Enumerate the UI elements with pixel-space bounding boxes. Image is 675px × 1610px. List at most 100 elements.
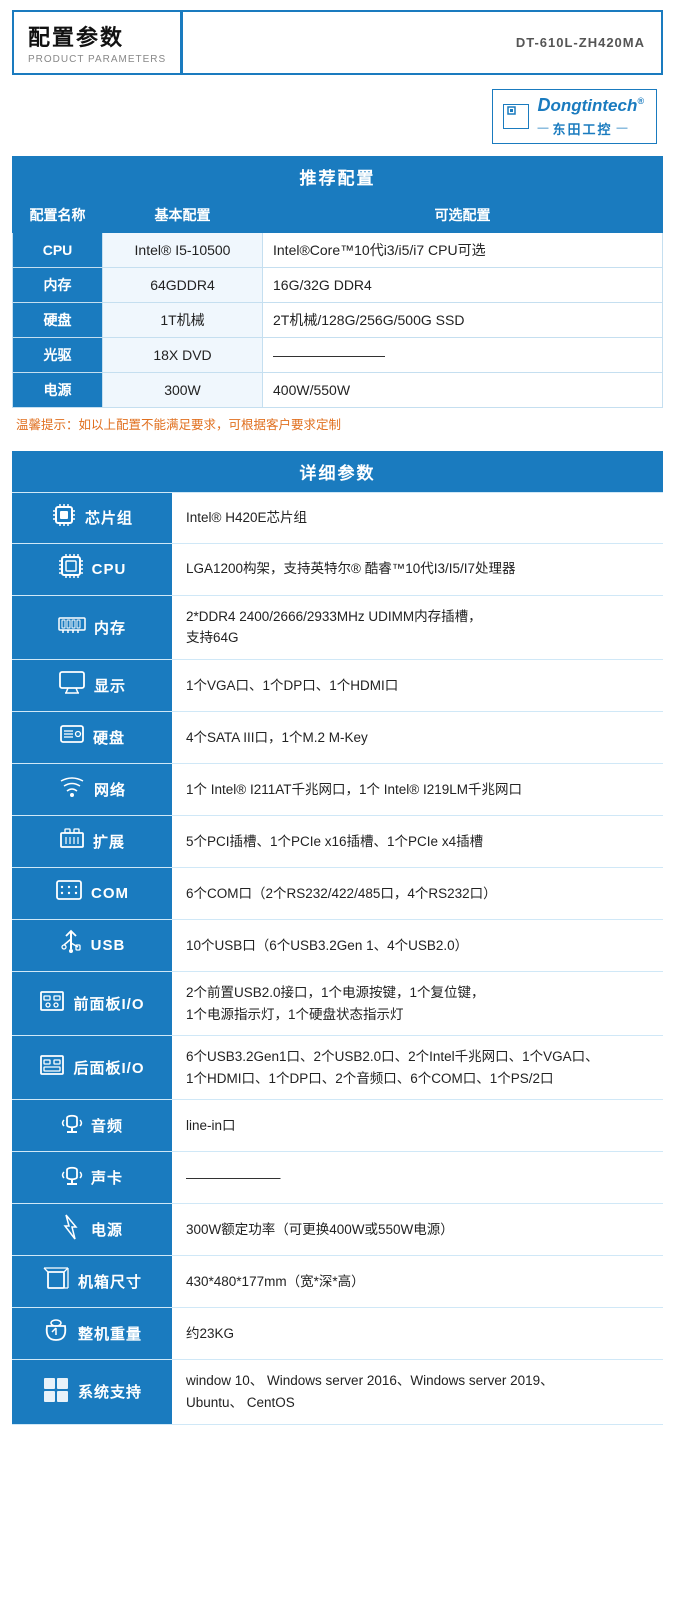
detail-row: 电源 300W额定功率（可更换400W或550W电源） [12,1204,663,1256]
rec-table-row: 硬盘 1T机械 2T机械/128G/256G/500G SSD [13,303,663,338]
detail-label-text: 扩展 [93,831,125,852]
detail-icon-整机重量 [42,1318,70,1350]
rec-row-name: 内存 [13,268,103,303]
detail-icon-内存 [58,614,86,640]
header-left: 配置参数 PRODUCT PARAMETERS [14,12,180,73]
detail-value: 2*DDR4 2400/2666/2933MHz UDIMM内存插槽，支持64G [172,596,663,659]
detail-row: 音频 line-in口 [12,1100,663,1152]
detail-value: ——————— [172,1152,663,1203]
detail-label-text: 后面板I/O [73,1057,144,1078]
detail-icon-前面板I/O [39,988,65,1020]
detail-label-text: 网络 [94,779,126,800]
detail-label-cell-芯片组: 芯片组 [12,493,172,543]
detail-icon-CPU [58,553,84,585]
detail-label-text: 系统支持 [78,1381,142,1402]
detail-icon-显示 [58,670,86,700]
rec-row-basic: Intel® I5-10500 [103,233,263,268]
detail-value: 430*480*177mm（宽*深*高） [172,1256,663,1307]
detail-row: 系统支持 window 10、 Windows server 2016、Wind… [12,1360,663,1424]
detail-title: 详细参数 [12,451,663,492]
col-optional: 可选配置 [263,198,663,233]
detail-row: 后面板I/O 6个USB3.2Gen1口、2个USB2.0口、2个Intel千兆… [12,1036,663,1100]
detail-row: 网络 1个 Intel® I211AT千兆网口，1个 Intel® I219LM… [12,764,663,816]
detail-label-text: CPU [92,561,127,578]
detail-rows: 芯片组 Intel® H420E芯片组 CPU LGA1200构架，支持英特尔®… [12,492,663,1425]
rec-row-basic: 64GDDR4 [103,268,263,303]
detail-icon-硬盘 [59,722,85,752]
detail-icon-电源 [61,1213,83,1247]
detail-value: 6个COM口（2个RS232/422/485口，4个RS232口） [172,868,663,919]
header-title-en: PRODUCT PARAMETERS [28,54,166,65]
logo-brand: Dongtintech® [537,95,644,115]
detail-section: 详细参数 芯片组 Intel® H420E芯片组 [12,451,663,1425]
detail-label-text: 整机重量 [78,1323,142,1344]
header-model: DT-610L-ZH420MA [183,12,661,73]
page-header: 配置参数 PRODUCT PARAMETERS DT-610L-ZH420MA [12,10,663,75]
detail-row: 机箱尺寸 430*480*177mm（宽*深*高） [12,1256,663,1308]
detail-label-text: 机箱尺寸 [78,1271,142,1292]
detail-label-text: 内存 [94,617,126,638]
detail-row: 硬盘 4个SATA III口，1个M.2 M-Key [12,712,663,764]
detail-label-text: COM [91,885,129,902]
detail-label-text: 硬盘 [93,727,125,748]
detail-value: 10个USB口（6个USB3.2Gen 1、4个USB2.0） [172,920,663,971]
detail-label-cell-网络: 网络 [12,764,172,815]
detail-label-cell-前面板I/O: 前面板I/O [12,972,172,1035]
detail-value: 4个SATA III口，1个M.2 M-Key [172,712,663,763]
detail-label-cell-机箱尺寸: 机箱尺寸 [12,1256,172,1307]
detail-label-text: 电源 [91,1219,123,1240]
detail-row: 声卡 ——————— [12,1152,663,1204]
detail-icon-机箱尺寸 [42,1266,70,1298]
detail-icon-扩展 [59,825,85,857]
detail-label-cell-USB: USB [12,920,172,971]
logo-box: Dongtintech® — 东田工控 — [492,89,657,144]
detail-label-cell-后面板I/O: 后面板I/O [12,1036,172,1099]
detail-icon-网络 [58,773,86,805]
rec-row-basic: 18X DVD [103,338,263,373]
detail-row: 内存 2*DDR4 2400/2666/2933MHz UDIMM内存插槽，支持… [12,596,663,660]
rec-row-optional: 16G/32G DDR4 [263,268,663,303]
rec-row-name: CPU [13,233,103,268]
rec-row-optional: Intel®Core™10代i3/i5/i7 CPU可选 [263,233,663,268]
col-basic: 基本配置 [103,198,263,233]
rec-row-name: 电源 [13,373,103,408]
rec-table-row: CPU Intel® I5-10500 Intel®Core™10代i3/i5/… [13,233,663,268]
detail-icon-芯片组 [51,502,77,534]
detail-label-text: 音频 [91,1115,123,1136]
rec-row-optional: 2T机械/128G/256G/500G SSD [263,303,663,338]
header-title-cn: 配置参数 [28,20,166,52]
recommended-table: 配置名称 基本配置 可选配置 CPU Intel® I5-10500 Intel… [12,197,663,408]
detail-row: 显示 1个VGA口、1个DP口、1个HDMI口 [12,660,663,712]
detail-icon-后面板I/O [39,1052,65,1084]
detail-value: Intel® H420E芯片组 [172,493,663,543]
detail-icon-音频 [61,1110,83,1142]
detail-row: CPU LGA1200构架，支持英特尔® 酷睿™10代I3/I5/I7处理器 [12,544,663,596]
detail-icon-声卡 [61,1162,83,1194]
detail-value: 6个USB3.2Gen1口、2个USB2.0口、2个Intel千兆网口、1个VG… [172,1036,663,1099]
detail-label-text: 显示 [94,675,126,696]
detail-icon-系统支持 [42,1376,70,1408]
detail-value: 1个VGA口、1个DP口、1个HDMI口 [172,660,663,711]
detail-value: 1个 Intel® I211AT千兆网口，1个 Intel® I219LM千兆网… [172,764,663,815]
recommended-section: 推荐配置 配置名称 基本配置 可选配置 CPU Intel® I5-10500 … [12,156,663,435]
detail-value: 2个前置USB2.0接口，1个电源按键，1个复位键，1个电源指示灯，1个硬盘状态… [172,972,663,1035]
col-name: 配置名称 [13,198,103,233]
detail-label-text: 前面板I/O [73,993,144,1014]
detail-row: 芯片组 Intel® H420E芯片组 [12,492,663,544]
detail-value: 300W额定功率（可更换400W或550W电源） [172,1204,663,1255]
detail-label-cell-硬盘: 硬盘 [12,712,172,763]
detail-row: COM 6个COM口（2个RS232/422/485口，4个RS232口） [12,868,663,920]
rec-row-name: 硬盘 [13,303,103,338]
logo-icon [503,104,529,129]
warn-text: 温馨提示：如以上配置不能满足要求，可根据客户要求定制 [16,416,659,435]
detail-label-cell-CPU: CPU [12,544,172,595]
detail-label-text: 声卡 [91,1167,123,1188]
detail-label-cell-声卡: 声卡 [12,1152,172,1203]
detail-value: window 10、 Windows server 2016、Windows s… [172,1360,663,1423]
logo-area: Dongtintech® — 东田工控 — [0,81,675,148]
detail-value: LGA1200构架，支持英特尔® 酷睿™10代I3/I5/I7处理器 [172,544,663,595]
detail-label-text: 芯片组 [85,507,133,528]
logo-text-area: Dongtintech® — 东田工控 — [537,95,644,138]
logo-brand-cn: 东田工控 [552,119,612,138]
detail-value: 约23KG [172,1308,663,1359]
